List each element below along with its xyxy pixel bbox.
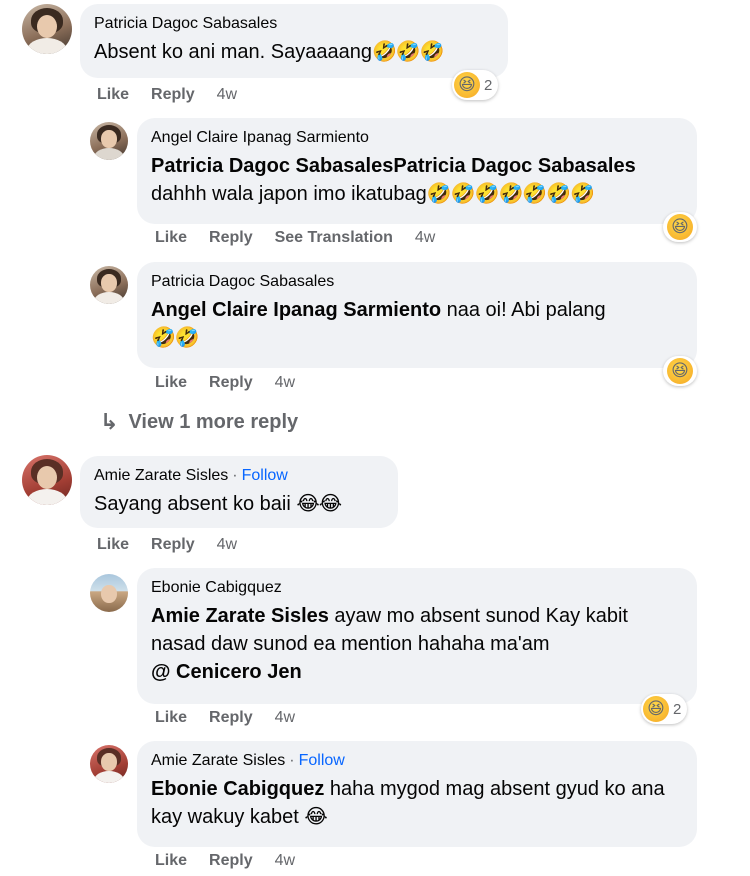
avatar[interactable]: [90, 574, 128, 612]
avatar[interactable]: [22, 455, 72, 505]
reply-button[interactable]: Reply: [151, 536, 195, 554]
reply-bubble: Ebonie Cabigquez Amie Zarate Sisles ayaw…: [137, 568, 697, 704]
follow-button[interactable]: Follow: [299, 752, 345, 769]
reaction-count: 2: [484, 76, 493, 94]
reply-timestamp[interactable]: 4w: [415, 229, 435, 247]
laughing-reaction-icon: 😆: [454, 72, 480, 98]
reply-button[interactable]: Reply: [209, 374, 253, 392]
reaction-count: 2: [673, 700, 682, 718]
avatar[interactable]: [90, 266, 128, 304]
like-button[interactable]: Like: [155, 374, 187, 392]
emoji-tears-of-joy-icon: 😂😂: [296, 493, 342, 515]
reply-actions: Like Reply 4w: [155, 709, 295, 727]
reply-timestamp[interactable]: 4w: [275, 374, 295, 392]
comment-timestamp[interactable]: 4w: [217, 86, 237, 104]
reaction-summary[interactable]: 😆: [663, 356, 697, 386]
reply-author[interactable]: Amie Zarate Sisles: [151, 752, 285, 769]
mention-link[interactable]: Ebonie Cabigquez: [151, 778, 324, 800]
reply-button[interactable]: Reply: [209, 709, 253, 727]
reply-text: dahhh wala japon imo ikatubag: [151, 183, 427, 205]
comment-text: Absent ko ani man. Sayaaaang: [94, 41, 372, 63]
reply-bubble: Angel Claire Ipanag Sarmiento Patricia D…: [137, 118, 697, 224]
avatar[interactable]: [90, 122, 128, 160]
comment-text: Sayang absent ko baii: [94, 493, 297, 515]
reaction-summary[interactable]: 😆: [663, 212, 697, 242]
reply-text: naa oi! Abi palang: [441, 299, 606, 321]
reply-author[interactable]: Patricia Dagoc Sabasales: [151, 272, 683, 292]
reply-button[interactable]: Reply: [151, 86, 195, 104]
emoji-laughing-icon: 🤣🤣: [151, 327, 200, 349]
mention-link[interactable]: Patricia Dagoc SabasalesPatricia Dagoc S…: [151, 155, 636, 177]
emoji-tears-of-joy-icon: 😂: [304, 806, 327, 828]
laughing-reaction-icon: 😆: [643, 696, 669, 722]
like-button[interactable]: Like: [155, 229, 187, 247]
like-button[interactable]: Like: [155, 709, 187, 727]
reply-arrow-icon: ↳: [100, 409, 119, 434]
comment-author[interactable]: Patricia Dagoc Sabasales: [94, 14, 494, 34]
reply-actions: Like Reply 4w: [155, 852, 295, 870]
reply-actions: Like Reply 4w: [155, 374, 295, 392]
comment-bubble: Amie Zarate Sisles · Follow Sayang absent …: [80, 456, 398, 528]
like-button[interactable]: Like: [97, 536, 129, 554]
avatar[interactable]: [90, 745, 128, 783]
laughing-reaction-icon: 😆: [667, 214, 693, 240]
view-more-replies-label[interactable]: View 1 more reply: [128, 411, 298, 434]
comment-author[interactable]: Amie Zarate Sisles: [94, 467, 228, 484]
mention-link[interactable]: Amie Zarate Sisles: [151, 605, 329, 627]
reply-timestamp[interactable]: 4w: [275, 852, 295, 870]
follow-button[interactable]: Follow: [242, 467, 288, 484]
reaction-summary[interactable]: 😆 2: [452, 70, 499, 100]
see-translation-button[interactable]: See Translation: [275, 229, 393, 247]
comment-actions: Like Reply 4w: [97, 86, 237, 104]
reply-author[interactable]: Angel Claire Ipanag Sarmiento: [151, 128, 683, 148]
emoji-laughing-icon: 🤣🤣🤣🤣🤣🤣🤣: [426, 183, 595, 205]
like-button[interactable]: Like: [155, 852, 187, 870]
reply-button[interactable]: Reply: [209, 229, 253, 247]
reply-actions: Like Reply See Translation 4w: [155, 229, 435, 247]
emoji-laughing-icon: 🤣🤣🤣: [371, 41, 445, 63]
comment-actions: Like Reply 4w: [97, 536, 237, 554]
comment-bubble: Patricia Dagoc Sabasales Absent ko ani m…: [80, 4, 508, 78]
reply-bubble: Patricia Dagoc Sabasales Angel Claire Ip…: [137, 262, 697, 368]
mention-link[interactable]: Angel Claire Ipanag Sarmiento: [151, 299, 441, 321]
laughing-reaction-icon: 😆: [667, 358, 693, 384]
reaction-summary[interactable]: 😆 2: [641, 694, 688, 724]
mention-link[interactable]: @ Cenicero Jen: [151, 661, 302, 683]
avatar[interactable]: [22, 4, 72, 54]
reply-button[interactable]: Reply: [209, 852, 253, 870]
view-more-replies-button[interactable]: ↳ View 1 more reply: [100, 409, 298, 435]
reply-bubble: Amie Zarate Sisles · Follow Ebonie Cabigqu…: [137, 741, 697, 847]
reply-timestamp[interactable]: 4w: [275, 709, 295, 727]
reply-author[interactable]: Ebonie Cabigquez: [151, 578, 683, 598]
comment-timestamp[interactable]: 4w: [217, 536, 237, 554]
like-button[interactable]: Like: [97, 86, 129, 104]
